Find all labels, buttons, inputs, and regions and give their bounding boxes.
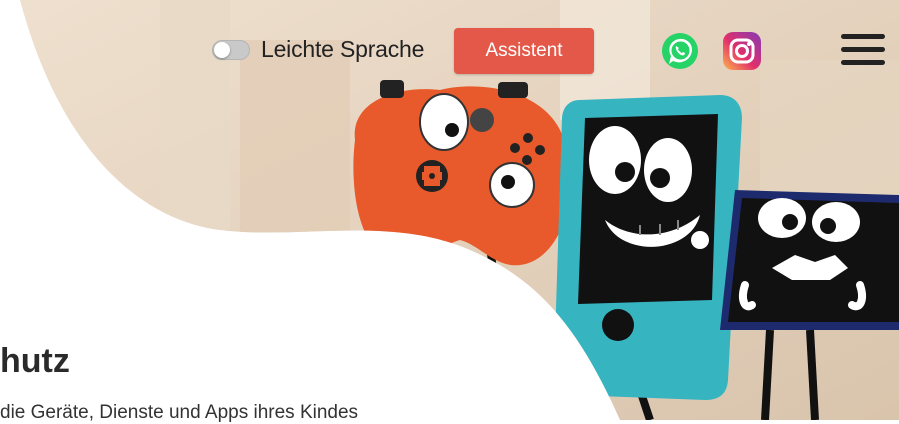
assistant-button[interactable]: Assistent bbox=[454, 28, 594, 74]
top-bar: Leichte Sprache Assistent bbox=[0, 28, 899, 76]
easy-language-toggle[interactable] bbox=[212, 40, 250, 60]
hamburger-menu-icon[interactable] bbox=[841, 34, 885, 68]
easy-language-label: Leichte Sprache bbox=[261, 36, 425, 62]
page-heading: hutz bbox=[0, 342, 70, 380]
menu-line bbox=[841, 47, 885, 52]
whatsapp-icon[interactable] bbox=[660, 31, 700, 71]
menu-line bbox=[841, 34, 885, 39]
hero-subtext: die Geräte, Dienste und Apps ihres Kinde… bbox=[0, 402, 359, 423]
toggle-knob bbox=[214, 42, 230, 58]
instagram-icon[interactable] bbox=[722, 31, 762, 71]
menu-line bbox=[841, 60, 885, 65]
phone-character bbox=[553, 95, 742, 420]
